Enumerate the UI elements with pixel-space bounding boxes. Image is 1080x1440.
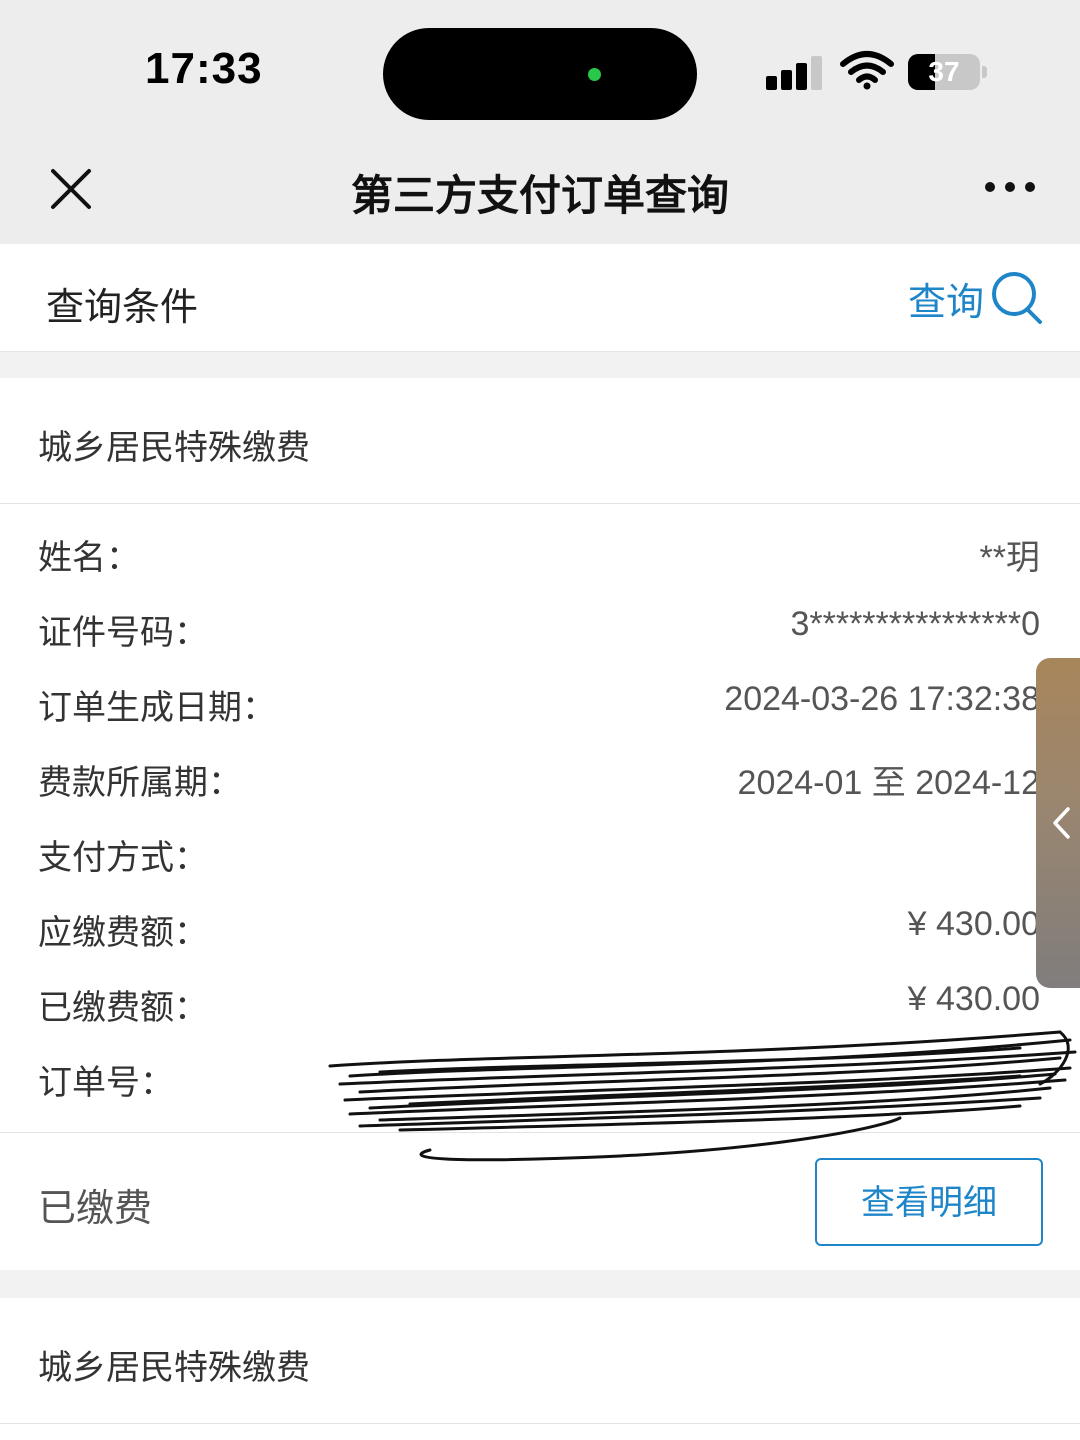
more-icon[interactable] — [985, 182, 1035, 196]
info-value: 3****************0 — [790, 605, 1040, 643]
order-type-title: 城乡居民特殊缴费 — [38, 1348, 310, 1388]
info-row-id-number: 证件号码： 3****************0 — [0, 593, 1080, 668]
page-title: 第三方支付订单查询 — [350, 171, 729, 220]
query-conditions-label: 查询条件 — [46, 285, 199, 329]
info-value: ¥ 430.00 — [907, 905, 1040, 943]
query-conditions-bar: 查询条件 查询 — [0, 244, 1080, 352]
dynamic-island — [383, 28, 697, 120]
query-button[interactable]: 查询 — [908, 268, 1044, 328]
chevron-left-icon — [1053, 807, 1070, 839]
query-button-label: 查询 — [908, 279, 985, 324]
info-label: 费款所属期： — [38, 763, 242, 803]
order-card: 城乡居民特殊缴费 — [0, 1298, 1080, 1440]
order-card-header: 城乡居民特殊缴费 — [0, 1298, 1080, 1424]
info-row-order-date: 订单生成日期： 2024-03-26 17:32:38 — [0, 668, 1080, 743]
info-label: 证件号码： — [38, 613, 208, 653]
battery-tip — [982, 66, 987, 78]
side-drawer-tab[interactable] — [1036, 658, 1080, 988]
info-label: 姓名： — [38, 538, 140, 578]
order-card: 城乡居民特殊缴费 姓名： **玥 证件号码： 3****************… — [0, 378, 1080, 1270]
info-value: **玥 — [979, 539, 1040, 577]
order-card-header: 城乡居民特殊缴费 — [0, 378, 1080, 504]
info-label: 应缴费额： — [38, 913, 208, 953]
search-icon — [992, 272, 1043, 324]
info-row-order-number: 订单号： — [0, 1043, 1080, 1118]
info-value: 2024-01 至 2024-12 — [737, 764, 1040, 802]
view-details-button[interactable]: 查看明细 — [815, 1158, 1043, 1246]
order-card-footer: 已缴费 查看明细 — [0, 1132, 1080, 1270]
battery-level: 37 — [928, 56, 960, 87]
info-label: 支付方式： — [38, 838, 208, 878]
nav-bar: 第三方支付订单查询 — [0, 140, 1080, 244]
camera-indicator-dot — [588, 68, 601, 81]
info-value: 2024-03-26 17:32:38 — [724, 680, 1040, 718]
info-row-amount-due: 应缴费额： ¥ 430.00 — [0, 893, 1080, 968]
status-bar: 17:33 37 — [0, 0, 1080, 140]
info-label: 已缴费额： — [38, 988, 208, 1028]
wifi-icon — [840, 51, 894, 90]
battery-icon: 37 — [908, 54, 980, 90]
info-row-name: 姓名： **玥 — [0, 518, 1080, 593]
info-label: 订单号： — [38, 1063, 174, 1103]
order-type-title: 城乡居民特殊缴费 — [38, 428, 310, 468]
info-row-amount-paid: 已缴费额： ¥ 430.00 — [0, 968, 1080, 1043]
info-value: ¥ 430.00 — [907, 980, 1040, 1018]
signal-icon — [766, 54, 824, 90]
payment-status: 已缴费 — [38, 1186, 153, 1230]
info-label: 订单生成日期： — [38, 688, 276, 728]
status-time: 17:33 — [145, 44, 263, 93]
info-row-fee-period: 费款所属期： 2024-01 至 2024-12 — [0, 743, 1080, 818]
info-row-payment-method: 支付方式： — [0, 818, 1080, 893]
